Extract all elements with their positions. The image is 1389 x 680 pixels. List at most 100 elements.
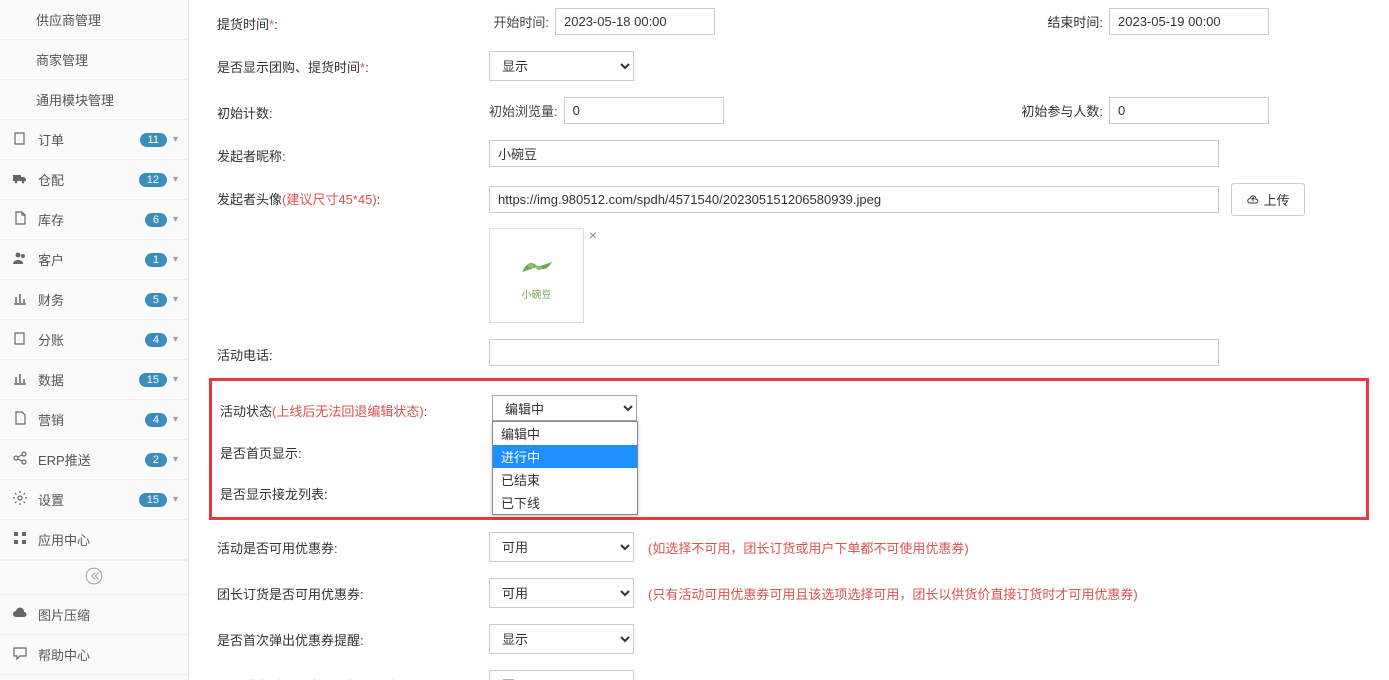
sidebar-item-label: 设置 [38, 490, 139, 509]
chevron-down-icon: ▾ [173, 454, 178, 465]
init-views-input[interactable] [564, 97, 724, 124]
row-sponsor-nick: 发起者昵称: [209, 132, 1369, 175]
sidebar-item-label: 应用中心 [38, 530, 178, 549]
file-icon [12, 410, 30, 429]
sidebar-item-marketing[interactable]: 营销 4 ▾ [0, 400, 188, 440]
sidebar-item-label: 数据 [38, 370, 139, 389]
sidebar-item-help[interactable]: 帮助中心 [0, 635, 188, 675]
gear-icon [12, 490, 30, 509]
chevron-down-icon: ▾ [173, 214, 178, 225]
book-icon [12, 330, 30, 349]
sidebar-badge: 6 [145, 213, 167, 227]
label-show-group-time: 是否显示团购、提货时间*: [209, 51, 489, 76]
row-show-group-time: 是否显示团购、提货时间*: 显示 [209, 43, 1369, 89]
chevron-down-icon: ▾ [173, 134, 178, 145]
avatar-caption: 小碗豆 [517, 286, 557, 301]
book-icon [12, 130, 30, 149]
init-participants-input[interactable] [1109, 97, 1269, 124]
sidebar-item-label: 订单 [38, 130, 140, 149]
sidebar-sub-merchant[interactable]: 商家管理 [0, 40, 188, 80]
row-leader-coupon: 团长订货是否可用优惠券: 可用 (只有活动可用优惠券可用且该选项选择可用，团长以… [209, 570, 1369, 616]
sidebar-item-apps[interactable]: 应用中心 [0, 520, 188, 560]
row-pickup-time: 提货时间*: 开始时间: 结束时间: [209, 0, 1369, 43]
sidebar-item-label: ERP推送 [38, 450, 145, 469]
start-time-input[interactable] [555, 8, 715, 35]
sidebar-item-label: 图片压缩 [38, 605, 178, 624]
label-end-time: 结束时间: [1047, 12, 1103, 31]
main-form: 提货时间*: 开始时间: 结束时间: 是否显示团购、提货时间*: 显示 [189, 0, 1389, 680]
row-coupon: 活动是否可用优惠券: 可用 (如选择不可用，团长订货或用户下单都不可使用优惠券) [209, 524, 1369, 570]
sponsor-avatar-input[interactable] [489, 186, 1219, 213]
sidebar-badge: 15 [139, 373, 167, 387]
chevron-down-icon: ▾ [173, 174, 178, 185]
label-is-dragon: 是否显示接龙列表: [212, 478, 492, 503]
label-init-views: 初始浏览量: [489, 101, 558, 120]
upload-button[interactable]: 上传 [1231, 183, 1305, 216]
sidebar: 供应商管理 商家管理 通用模块管理 订单 11 ▾ 仓配 12 ▾ 库存 6 ▾ [0, 0, 189, 680]
label-sponsor-avatar: 发起者头像(建议尺寸45*45): [209, 183, 489, 208]
label-leader-coupon: 团长订货是否可用优惠券: [209, 578, 489, 603]
row-auto-off: 活动结束时是否自动下架关联商品: 否 [209, 662, 1369, 680]
sidebar-sub-supplier[interactable]: 供应商管理 [0, 0, 188, 40]
sidebar-item-label: 库存 [38, 210, 145, 229]
sidebar-badge: 4 [145, 413, 167, 427]
sidebar-item-erp[interactable]: ERP推送 2 ▾ [0, 440, 188, 480]
sidebar-item-warehouse[interactable]: 仓配 12 ▾ [0, 160, 188, 200]
row-first-popup: 是否首次弹出优惠券提醒: 显示 [209, 616, 1369, 662]
sidebar-item-compress[interactable]: 图片压缩 [0, 595, 188, 635]
cloud-icon [12, 605, 30, 624]
sponsor-nick-input[interactable] [489, 140, 1219, 167]
end-time-input[interactable] [1109, 8, 1269, 35]
leader-coupon-select[interactable]: 可用 [489, 578, 634, 608]
show-group-select[interactable]: 显示 [489, 51, 634, 81]
remove-image-icon[interactable]: × [589, 227, 597, 243]
label-sponsor-nick: 发起者昵称: [209, 140, 489, 165]
sidebar-badge: 12 [139, 173, 167, 187]
status-dropdown-list: 编辑中 进行中 已结束 已下线 [492, 421, 638, 515]
sidebar-item-label: 营销 [38, 410, 145, 429]
auto-off-select[interactable]: 否 [489, 670, 634, 680]
sidebar-item-customer[interactable]: 客户 1 ▾ [0, 240, 188, 280]
chevron-down-icon: ▾ [173, 374, 178, 385]
label-pickup-time: 提货时间*: [209, 8, 489, 33]
status-option-ended[interactable]: 已结束 [493, 468, 637, 491]
first-popup-select[interactable]: 显示 [489, 624, 634, 654]
coupon-select[interactable]: 可用 [489, 532, 634, 562]
status-select[interactable]: 编辑中 [492, 395, 637, 421]
sidebar-badge: 4 [145, 333, 167, 347]
sidebar-item-data[interactable]: 数据 15 ▾ [0, 360, 188, 400]
status-option-editing[interactable]: 编辑中 [493, 422, 637, 445]
label-coupon: 活动是否可用优惠券: [209, 532, 489, 557]
sidebar-item-split[interactable]: 分账 4 ▾ [0, 320, 188, 360]
sidebar-sub-common[interactable]: 通用模块管理 [0, 80, 188, 120]
status-option-offline[interactable]: 已下线 [493, 491, 637, 514]
row-is-dragon: 是否显示接龙列表: [212, 470, 1366, 511]
highlighted-section: 活动状态(上线后无法回退编辑状态): 编辑中 编辑中 进行中 已结束 已下线 是… [209, 378, 1369, 520]
sidebar-item-label: 仓配 [38, 170, 139, 189]
sidebar-item-label: 帮助中心 [38, 645, 178, 664]
row-status: 活动状态(上线后无法回退编辑状态): 编辑中 编辑中 进行中 已结束 已下线 [212, 387, 1366, 429]
chevron-down-icon: ▾ [173, 294, 178, 305]
share-icon [12, 450, 30, 469]
sidebar-badge: 2 [145, 453, 167, 467]
sidebar-item-settings[interactable]: 设置 15 ▾ [0, 480, 188, 520]
row-init-count: 初始计数: 初始浏览量: 初始参与人数: [209, 89, 1369, 132]
sidebar-item-order[interactable]: 订单 11 ▾ [0, 120, 188, 160]
chart-icon [12, 370, 30, 389]
status-option-in-progress[interactable]: 进行中 [493, 445, 637, 468]
file-icon [12, 210, 30, 229]
label-auto-off: 活动结束时是否自动下架关联商品: [209, 670, 489, 680]
label-status: 活动状态(上线后无法回退编辑状态): [212, 395, 492, 420]
sidebar-collapse-button[interactable] [0, 560, 188, 595]
bean-logo-icon [517, 251, 557, 281]
sidebar-item-finance[interactable]: 财务 5 ▾ [0, 280, 188, 320]
chevron-down-icon: ▾ [173, 414, 178, 425]
label-init-count: 初始计数: [209, 97, 489, 122]
row-is-home: 是否首页显示: [212, 429, 1366, 470]
phone-input[interactable] [489, 339, 1219, 366]
label-start-time: 开始时间: [489, 12, 549, 31]
sidebar-item-inventory[interactable]: 库存 6 ▾ [0, 200, 188, 240]
users-icon [12, 250, 30, 269]
chevron-down-icon: ▾ [173, 334, 178, 345]
truck-icon [12, 170, 30, 189]
